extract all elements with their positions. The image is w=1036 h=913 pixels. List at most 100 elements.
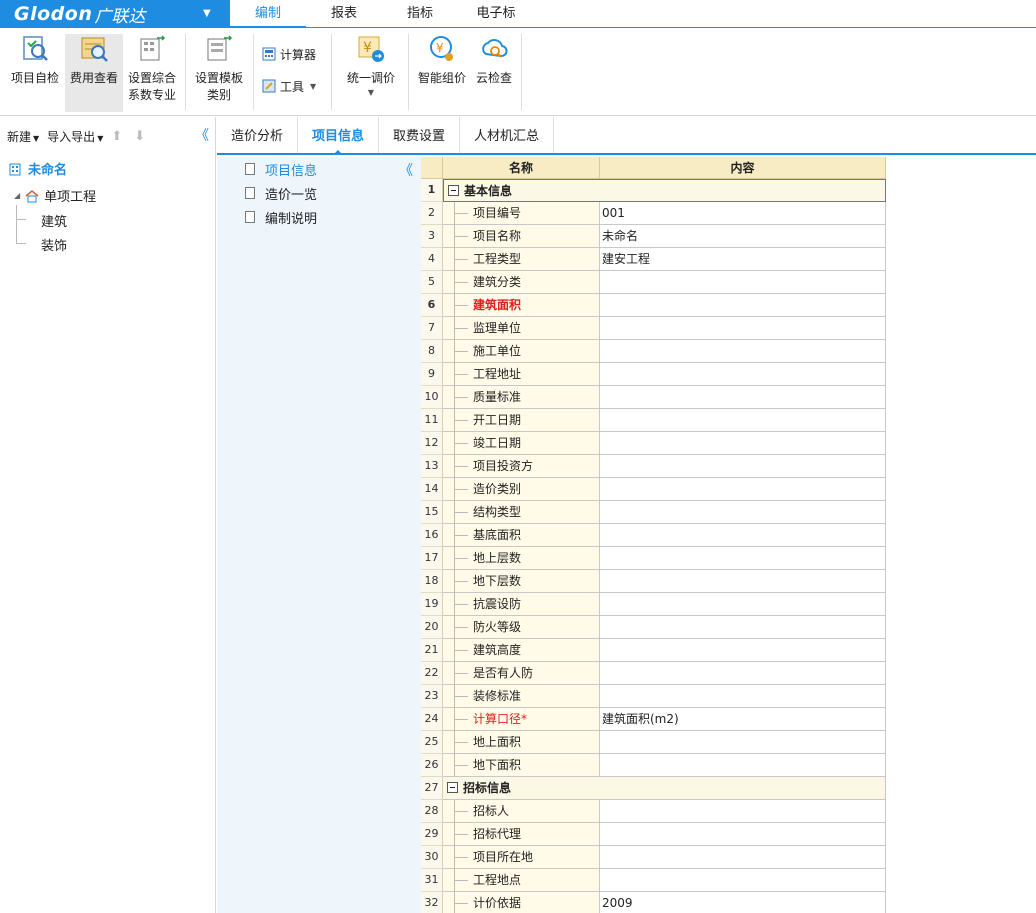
name-cell[interactable]: 招标代理 xyxy=(443,823,600,846)
chevron-down-icon[interactable]: ▼ xyxy=(341,87,401,99)
name-cell[interactable]: 结构类型 xyxy=(443,501,600,524)
table-row[interactable]: 11 开工日期 xyxy=(421,409,886,432)
menu-index[interactable]: 指标 xyxy=(382,0,458,28)
table-row[interactable]: 28 招标人 xyxy=(421,800,886,823)
name-cell[interactable]: 监理单位 xyxy=(443,317,600,340)
collapse-nav-icon[interactable]: 《 xyxy=(399,160,413,180)
field-value[interactable] xyxy=(600,731,886,754)
field-value[interactable] xyxy=(600,662,886,685)
tree-item-building[interactable]: 建筑 xyxy=(41,211,67,230)
name-cell[interactable]: 建筑面积 xyxy=(443,294,600,317)
move-up-icon[interactable]: ⬆ xyxy=(111,129,122,144)
field-value[interactable]: 未命名 xyxy=(600,225,886,248)
field-value[interactable] xyxy=(600,846,886,869)
calculator-button[interactable]: 计算器 xyxy=(262,44,316,64)
name-cell[interactable]: 项目名称 xyxy=(443,225,600,248)
name-cell[interactable]: 开工日期 xyxy=(443,409,600,432)
project-check-button[interactable]: 项目自检 xyxy=(6,34,64,87)
field-value[interactable] xyxy=(600,409,886,432)
name-cell[interactable]: 防火等级 xyxy=(443,616,600,639)
fee-view-button[interactable]: 费用查看 xyxy=(65,34,123,112)
set-coefficient-button[interactable]: 设置综合 系数专业 xyxy=(124,34,180,104)
field-value[interactable]: 建安工程 xyxy=(600,248,886,271)
collapse-left-icon[interactable]: 《 xyxy=(195,125,209,145)
group-row[interactable]: 27 招标信息 xyxy=(421,777,886,800)
table-row[interactable]: 22 是否有人防 xyxy=(421,662,886,685)
name-cell[interactable]: 质量标准 xyxy=(443,386,600,409)
field-value[interactable] xyxy=(600,501,886,524)
collapse-box-icon[interactable] xyxy=(447,782,458,793)
name-cell[interactable]: 是否有人防 xyxy=(443,662,600,685)
name-cell[interactable]: 招标信息 xyxy=(443,777,886,800)
menu-report[interactable]: 报表 xyxy=(306,0,382,28)
field-value[interactable] xyxy=(600,616,886,639)
table-row[interactable]: 29 招标代理 xyxy=(421,823,886,846)
tree-unit-project[interactable]: ◢ 单项工程 xyxy=(14,186,96,205)
table-row[interactable]: 24 计算口径* 建筑面积(m2) xyxy=(421,708,886,731)
unify-price-button[interactable]: ¥ 统一调价 ▼ xyxy=(341,34,401,99)
collapse-box-icon[interactable] xyxy=(448,185,459,196)
table-row[interactable]: 5 建筑分类 xyxy=(421,271,886,294)
name-cell[interactable]: 建筑分类 xyxy=(443,271,600,294)
table-row[interactable]: 2 项目编号 001 xyxy=(421,202,886,225)
new-dropdown[interactable]: 新建 ▼ xyxy=(7,128,39,145)
name-column-header[interactable]: 名称 xyxy=(443,157,600,179)
table-row[interactable]: 12 竣工日期 xyxy=(421,432,886,455)
field-value[interactable]: 001 xyxy=(600,202,886,225)
field-value[interactable] xyxy=(600,685,886,708)
tab-labor-material-summary[interactable]: 人材机汇总 xyxy=(460,117,555,153)
field-value[interactable] xyxy=(600,363,886,386)
tab-cost-analysis[interactable]: 造价分析 xyxy=(217,117,299,153)
field-value[interactable]: 2009 xyxy=(600,892,886,913)
name-cell[interactable]: 工程地址 xyxy=(443,363,600,386)
nav-compile-notes[interactable]: 编制说明 xyxy=(245,206,317,228)
chevron-down-icon[interactable]: ▼ xyxy=(203,8,211,19)
name-cell[interactable]: 竣工日期 xyxy=(443,432,600,455)
import-export-dropdown[interactable]: 导入导出 ▼ xyxy=(47,128,103,145)
move-down-icon[interactable]: ⬇ xyxy=(134,129,145,144)
name-cell[interactable]: 项目编号 xyxy=(443,202,600,225)
name-cell[interactable]: 计算口径* xyxy=(443,708,600,731)
tab-project-info[interactable]: 项目信息 xyxy=(298,117,380,155)
table-row[interactable]: 23 装修标准 xyxy=(421,685,886,708)
name-cell[interactable]: 基本信息 xyxy=(443,179,886,202)
name-cell[interactable]: 基底面积 xyxy=(443,524,600,547)
field-value[interactable] xyxy=(600,593,886,616)
expand-triangle-icon[interactable]: ◢ xyxy=(14,191,20,200)
table-row[interactable]: 18 地下层数 xyxy=(421,570,886,593)
name-cell[interactable]: 地下面积 xyxy=(443,754,600,777)
content-column-header[interactable]: 内容 xyxy=(600,157,886,179)
tree-item-decoration[interactable]: 装饰 xyxy=(41,235,67,254)
menu-e-bid[interactable]: 电子标 xyxy=(458,0,534,28)
name-cell[interactable]: 工程类型 xyxy=(443,248,600,271)
field-value[interactable] xyxy=(600,455,886,478)
field-value[interactable] xyxy=(600,570,886,593)
field-value[interactable] xyxy=(600,754,886,777)
table-row[interactable]: 14 造价类别 xyxy=(421,478,886,501)
table-row[interactable]: 16 基底面积 xyxy=(421,524,886,547)
field-value[interactable] xyxy=(600,869,886,892)
field-value[interactable] xyxy=(600,294,886,317)
table-row[interactable]: 26 地下面积 xyxy=(421,754,886,777)
table-row[interactable]: 9 工程地址 xyxy=(421,363,886,386)
field-value[interactable] xyxy=(600,823,886,846)
table-row[interactable]: 15 结构类型 xyxy=(421,501,886,524)
tools-dropdown[interactable]: 工具 ▼ xyxy=(262,76,316,96)
table-row[interactable]: 30 项目所在地 xyxy=(421,846,886,869)
group-row[interactable]: 1 基本信息 xyxy=(421,179,886,202)
field-value[interactable] xyxy=(600,317,886,340)
menu-edit[interactable]: 编制 xyxy=(230,0,306,28)
brand-menu[interactable]: Glodon 广联达 ▼ xyxy=(0,0,230,28)
name-cell[interactable]: 工程地点 xyxy=(443,869,600,892)
name-cell[interactable]: 装修标准 xyxy=(443,685,600,708)
table-row[interactable]: 32 计价依据 2009 xyxy=(421,892,886,913)
cloud-check-button[interactable]: 云检查 xyxy=(472,34,516,87)
tree-root[interactable]: 未命名 xyxy=(8,159,67,178)
smart-price-button[interactable]: ¥ 智能组价 xyxy=(414,34,470,87)
name-cell[interactable]: 施工单位 xyxy=(443,340,600,363)
name-cell[interactable]: 地下层数 xyxy=(443,570,600,593)
table-row[interactable]: 13 项目投资方 xyxy=(421,455,886,478)
table-row[interactable]: 19 抗震设防 xyxy=(421,593,886,616)
field-value[interactable] xyxy=(600,800,886,823)
table-row[interactable]: 25 地上面积 xyxy=(421,731,886,754)
